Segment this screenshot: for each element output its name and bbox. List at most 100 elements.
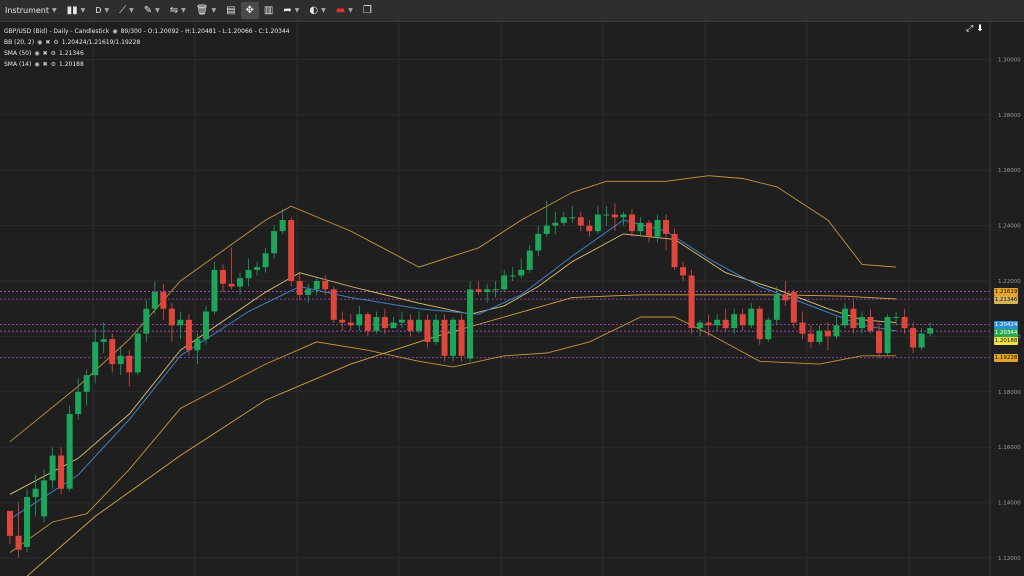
- crosshair-icon: ✥: [245, 4, 254, 16]
- chevron-down-icon: ▼: [129, 7, 134, 14]
- candle-body: [245, 269, 252, 279]
- legend-sma50-row: SMA (50) ◉ ✖ ⚙ 1.21346: [4, 48, 290, 59]
- candle-body: [58, 455, 65, 489]
- chart-type-icon: ▥: [263, 4, 274, 16]
- instrument-menu[interactable]: Instrument ▼: [0, 0, 62, 21]
- candle-type-menu[interactable]: ▮▮ ▼: [62, 0, 91, 21]
- candle-body: [722, 319, 729, 329]
- candle-body: [628, 214, 635, 232]
- candle-body: [296, 280, 303, 295]
- sma14-name: SMA (14): [4, 61, 32, 68]
- candle-body: [168, 308, 175, 326]
- eye-icon[interactable]: ◉: [34, 48, 39, 59]
- candle-body: [901, 317, 908, 329]
- chevron-down-icon: ▼: [52, 7, 57, 14]
- candle-body: [202, 311, 209, 340]
- candle-body: [66, 413, 73, 489]
- y-tick-label: 1.14000: [998, 501, 1021, 507]
- toolbar: Instrument ▼ ▮▮ ▼ D ▼ ⟋ ▼ ✎ ▼ ⇋ ▼ 🗑 ▼ ▤ ✥ ▥ ➦ ▼ …: [0, 0, 1024, 22]
- candle-body: [330, 289, 337, 320]
- candle-body: [75, 391, 82, 414]
- popout-button[interactable]: ❐: [358, 0, 377, 21]
- candle-body: [117, 355, 124, 365]
- draw-line-menu[interactable]: ⟋ ▼: [114, 0, 139, 21]
- y-tick-label: 1.24000: [998, 224, 1021, 230]
- eye-icon[interactable]: ◉: [112, 26, 117, 37]
- candle-body: [458, 319, 465, 356]
- y-tick-label: 1.28000: [998, 113, 1021, 119]
- gear-icon[interactable]: ⚙: [51, 48, 56, 59]
- candle-body: [424, 319, 431, 342]
- close-icon[interactable]: ✖: [45, 37, 50, 48]
- theme-menu[interactable]: ◐ ▼: [304, 0, 330, 21]
- price-chart[interactable]: 1.120001.140001.160001.180001.200001.220…: [0, 22, 1024, 576]
- trash-menu[interactable]: 🗑 ▼: [191, 0, 221, 21]
- candle-body: [807, 333, 814, 342]
- candle-body: [475, 289, 482, 293]
- gear-icon[interactable]: ⚙: [53, 37, 58, 48]
- chevron-down-icon: ▼: [348, 7, 353, 14]
- price-tag: 1.20424: [994, 320, 1018, 329]
- candle-body: [83, 375, 90, 392]
- close-icon[interactable]: ✖: [43, 48, 48, 59]
- chevron-down-icon: ▼: [181, 7, 186, 14]
- candle-body: [254, 267, 261, 270]
- candle-body: [262, 253, 269, 268]
- candle-body: [288, 220, 295, 281]
- instrument-label: Instrument: [5, 6, 50, 15]
- sma14-value: 1.20188: [59, 61, 84, 68]
- popout-icon: ❐: [362, 4, 372, 16]
- layout-button[interactable]: ▤: [221, 0, 240, 21]
- candle-body: [603, 214, 610, 216]
- share-menu[interactable]: ➦ ▼: [278, 0, 304, 21]
- candle-body: [398, 319, 405, 323]
- instrument-title: GBP/USD (Bid) - Daily - Candlestick: [4, 28, 110, 35]
- candle-body: [748, 308, 755, 326]
- candle-body: [177, 319, 184, 326]
- close-icon[interactable]: ✖: [43, 59, 48, 70]
- price-tag: 1.21619: [994, 287, 1018, 296]
- candle-body: [654, 220, 661, 237]
- chart-type-button[interactable]: ▥: [259, 0, 278, 21]
- eye-icon[interactable]: ◉: [37, 37, 42, 48]
- price-tag: 1.21346: [994, 295, 1018, 304]
- price-tag: 1.20188: [994, 336, 1018, 345]
- crosshair-button[interactable]: ✥: [240, 2, 259, 19]
- candle-body: [433, 319, 439, 342]
- y-tick-label: 1.26000: [998, 168, 1021, 174]
- candle-body: [211, 269, 218, 312]
- chevron-down-icon: ▼: [321, 7, 326, 14]
- ruler-icon: ✎: [143, 4, 153, 16]
- timeframe-menu[interactable]: D ▼: [90, 0, 114, 21]
- chevron-down-icon: ▼: [80, 7, 86, 14]
- candle-body: [126, 355, 133, 373]
- y-tick-label: 1.30000: [998, 57, 1021, 63]
- gear-icon[interactable]: ⚙: [51, 59, 56, 70]
- expand-icon[interactable]: ⤢: [966, 24, 973, 34]
- candle-body: [279, 220, 286, 232]
- legend-bb-row: BB (20, 2) ◉ ✖ ⚙ 1.20424/1.21619/1.19228: [4, 37, 290, 48]
- candle-body: [620, 214, 627, 218]
- candle-body: [237, 278, 244, 287]
- candle-body: [322, 280, 329, 290]
- candle-body: [185, 319, 192, 351]
- chevron-down-icon: ▼: [155, 7, 160, 14]
- candle-body: [697, 322, 704, 329]
- trend-tools-menu[interactable]: ⇋ ▼: [165, 0, 191, 21]
- candle-body: [220, 269, 226, 284]
- candle-body: [586, 225, 593, 232]
- y-tick-label: 1.16000: [998, 445, 1021, 451]
- price-tag: 1.19228: [994, 353, 1018, 362]
- chart-tools: ⤢ ⬇: [966, 24, 984, 34]
- sma50-name: SMA (50): [4, 50, 32, 57]
- language-menu[interactable]: ▬ ▼: [331, 0, 358, 21]
- eye-icon[interactable]: ◉: [34, 59, 39, 70]
- legend-sma14-row: SMA (14) ◉ ✖ ⚙ 1.20188: [4, 59, 290, 70]
- legend-title-row: GBP/USD (Bid) - Daily - Candlestick ◉ 89…: [4, 26, 290, 37]
- bb-name: BB (20, 2): [4, 39, 35, 46]
- y-tick-label: 1.18000: [998, 390, 1021, 396]
- sma14-line: [9, 219, 897, 520]
- candle-body: [739, 314, 746, 326]
- download-icon[interactable]: ⬇: [976, 24, 984, 34]
- ruler-menu[interactable]: ✎ ▼: [139, 0, 165, 21]
